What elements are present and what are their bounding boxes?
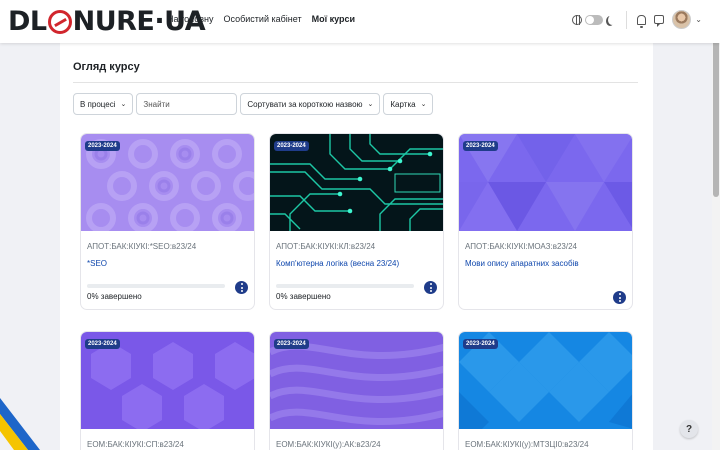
course-name-link[interactable]: *SEO <box>87 259 107 268</box>
theme-switch[interactable] <box>585 14 604 25</box>
course-card[interactable]: 2023-2024 ЕОМ:БАК:КІУКІ(у):АК:в23/24 <box>269 331 444 450</box>
course-image[interactable]: 2023-2024 <box>270 134 443 231</box>
chevron-down-icon: ⌄ <box>420 101 427 108</box>
course-actions-more-icon[interactable] <box>613 291 626 304</box>
course-code: АПОТ:БАК:КІУКІ:*SEO:в23/24 <box>87 242 197 251</box>
course-card[interactable]: 2023-2024 ЕОМ:БАК:КІУКІ(у):МТЗЦІ0:в23/24 <box>458 331 633 450</box>
course-card[interactable]: 2023-2024 АПОТ:БАК:КІУКІ:*SEO:в23/24 *SE… <box>80 133 255 310</box>
user-avatar[interactable] <box>672 10 692 29</box>
sort-select[interactable]: Сортувати за короткою назвою ⌄ <box>240 93 381 115</box>
progress-bar <box>276 284 414 288</box>
sort-label: Сортувати за короткою назвою <box>247 99 363 109</box>
course-card[interactable]: 2023-2024 АПОТ:БАК:КІУКІ:МОАЗ:в23/24 Мов… <box>458 133 633 310</box>
logo-text-left: DL <box>8 5 47 37</box>
course-name-link[interactable]: Мови опису апаратних засобів <box>465 259 579 268</box>
globe-icon <box>572 14 583 25</box>
course-filters: В процесі ⌄ Знайти Сортувати за короткою … <box>73 93 434 115</box>
logo-ring-icon <box>47 10 72 34</box>
course-code: АПОТ:БАК:КІУКІ:КЛ:в23/24 <box>276 242 376 251</box>
chevron-down-icon: ⌄ <box>120 101 127 108</box>
course-overview-panel: Огляд курсу В процесі ⌄ Знайти Сортувати … <box>60 43 653 450</box>
course-image[interactable]: 2023-2024 <box>459 134 632 231</box>
moon-icon <box>608 15 616 25</box>
year-badge: 2023-2024 <box>85 141 120 151</box>
user-controls: ⌄ <box>572 10 702 29</box>
course-code: ЕОМ:БАК:КІУКІ(у):МТЗЦІ0:в23/24 <box>465 440 589 449</box>
panel-divider <box>73 82 638 83</box>
course-actions-more-icon[interactable] <box>235 281 248 294</box>
course-card[interactable]: 2023-2024 АПОТ:БАК:КІУКІ:КЛ:в23/24 Комп'… <box>269 133 444 310</box>
course-image[interactable]: 2023-2024 <box>459 332 632 450</box>
nav-link-dashboard[interactable]: Особистий кабінет <box>224 14 302 24</box>
year-badge: 2023-2024 <box>85 339 120 349</box>
course-code: ЕОМ:БАК:КІУКІ(у):АК:в23/24 <box>276 440 381 449</box>
ukraine-flag-ribbon-icon <box>0 398 40 450</box>
status-filter-select[interactable]: В процесі ⌄ <box>73 93 134 115</box>
year-badge: 2023-2024 <box>274 141 309 151</box>
course-image[interactable]: 2023-2024 <box>81 134 254 231</box>
progress-text: 0% завершено <box>87 292 142 301</box>
page-scrollbar[interactable] <box>712 0 720 450</box>
course-actions-more-icon[interactable] <box>424 281 437 294</box>
notifications-bell-icon[interactable] <box>637 14 647 28</box>
help-button[interactable]: ? <box>680 420 698 438</box>
course-image[interactable]: 2023-2024 <box>270 332 443 429</box>
course-image[interactable]: 2023-2024 <box>81 332 254 432</box>
year-badge: 2023-2024 <box>463 339 498 349</box>
theme-toggle[interactable] <box>572 14 616 25</box>
panel-title: Огляд курсу <box>73 61 140 73</box>
messages-chat-icon[interactable] <box>654 15 665 27</box>
chevron-down-icon: ⌄ <box>367 101 374 108</box>
user-menu-chevron-down-icon[interactable]: ⌄ <box>695 15 702 24</box>
course-code: АПОТ:БАК:КІУКІ:МОАЗ:в23/24 <box>465 242 577 251</box>
course-search-input[interactable]: Знайти <box>136 93 238 115</box>
course-card[interactable]: 2023-2024 ЕОМ:БАК:КІУКІ:СП:в23/24 <box>80 331 255 450</box>
nav-link-home[interactable]: На головну <box>167 14 214 24</box>
nav-divider <box>626 10 628 29</box>
year-badge: 2023-2024 <box>463 141 498 151</box>
view-label: Картка <box>390 99 416 109</box>
primary-nav: На головну Особистий кабінет Мої курси <box>167 14 355 24</box>
progress-bar <box>87 284 225 288</box>
course-code: ЕОМ:БАК:КІУКІ:СП:в23/24 <box>87 440 184 449</box>
view-select[interactable]: Картка ⌄ <box>383 93 434 115</box>
course-name-link[interactable]: Комп'ютерна логіка (весна 23/24) <box>276 259 399 268</box>
top-navbar: DL NURE·UA На головну Особистий кабінет М… <box>0 0 720 43</box>
status-filter-label: В процесі <box>80 99 116 109</box>
progress-text: 0% завершено <box>276 292 331 301</box>
nav-link-my-courses[interactable]: Мої курси <box>312 14 355 24</box>
year-badge: 2023-2024 <box>274 339 309 349</box>
